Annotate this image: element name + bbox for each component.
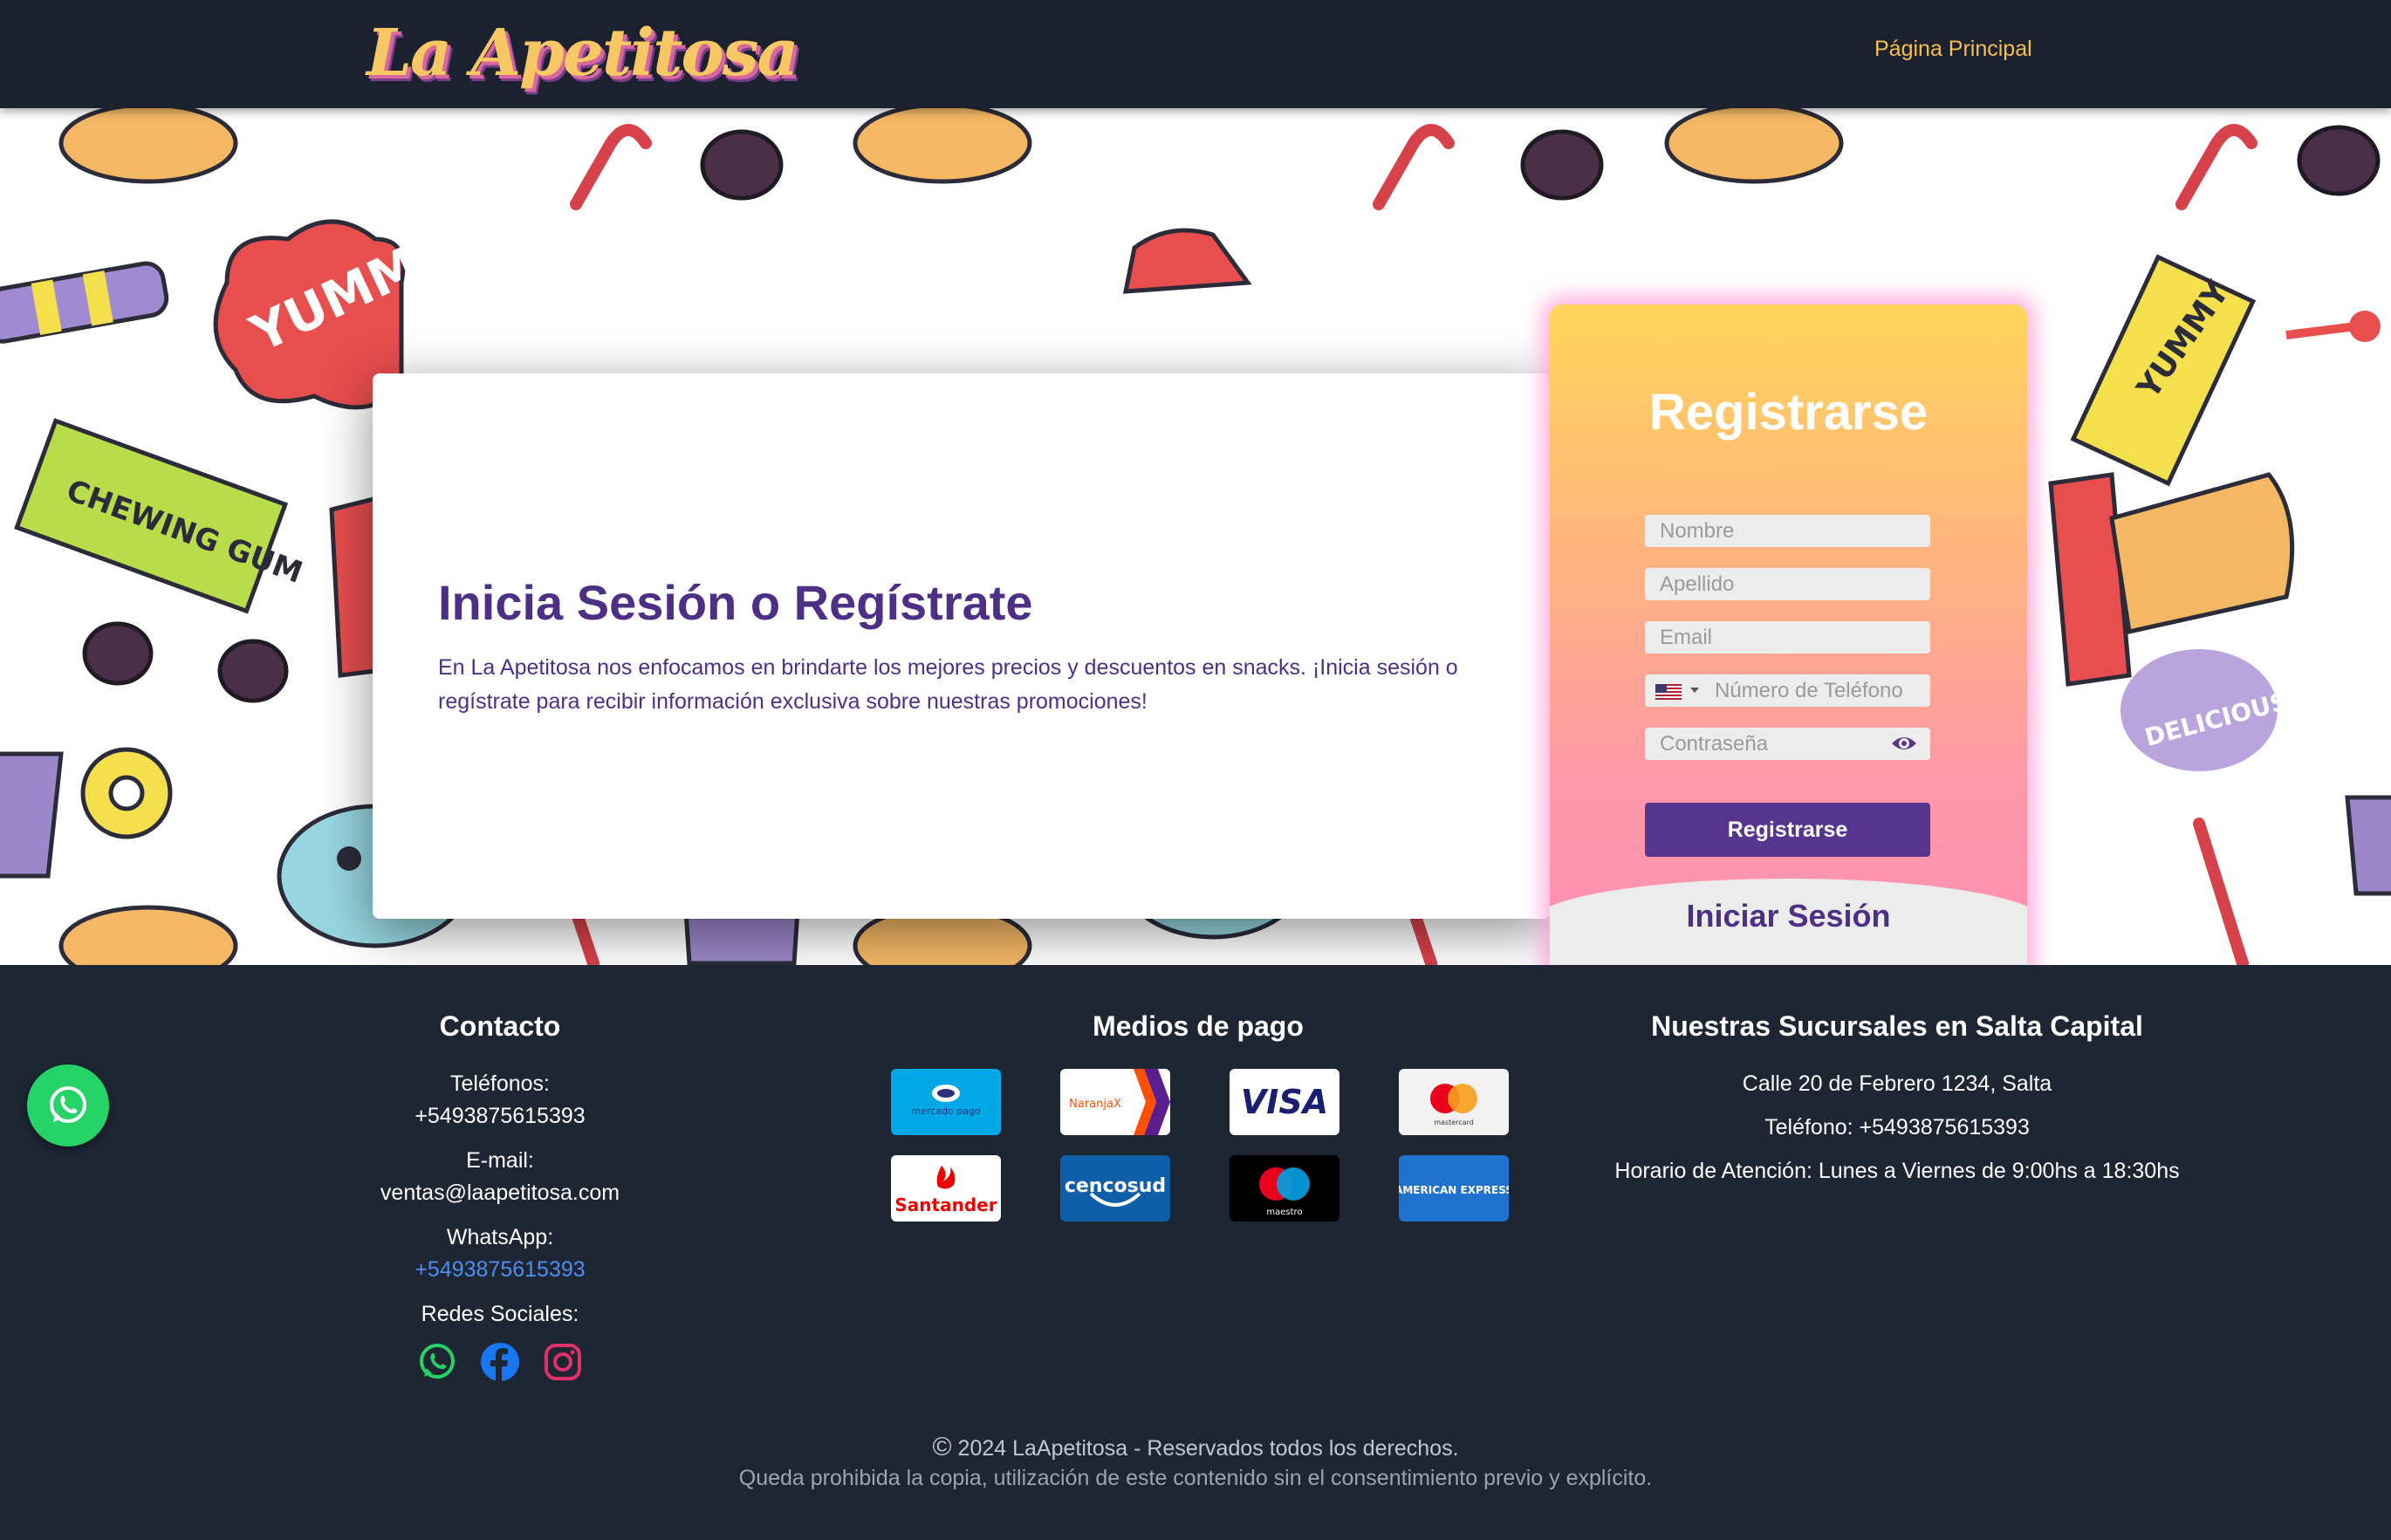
social-label: Redes Sociales: [421,1302,579,1326]
branch-phone: Teléfono: +5493875615393 [1764,1115,2030,1140]
chevron-down-icon[interactable] [1690,688,1699,693]
branch-hours: Horario de Atención: Lunes a Viernes de … [1614,1159,2180,1183]
email-value: ventas@laapetitosa.com [380,1181,620,1205]
mercado-pago-logo: mercado pago [891,1069,1001,1135]
facebook-icon[interactable] [480,1342,520,1382]
whatsapp-icon[interactable] [417,1342,457,1382]
email-input[interactable]: Email [1645,621,1930,654]
cencosud-text: cencosud [1065,1175,1166,1197]
visa-text: VISA [1241,1083,1328,1121]
register-title: Registrarse [1648,384,1929,441]
copyright-line: © 2024 LaApetitosa - Reservados todos lo… [0,1433,2391,1462]
payments-title: Medios de pago [1093,1010,1304,1042]
naranjax-logo: NaranjaX [1060,1069,1170,1135]
copyright-icon: © [932,1433,952,1461]
whatsapp-label: WhatsApp: [446,1225,554,1249]
nombre-placeholder: Nombre [1660,519,1735,543]
phone-placeholder: Número de Teléfono [1715,679,1903,702]
info-card: Inicia Sesión o Regístrate En La Apetito… [373,373,1551,919]
branch-address: Calle 20 de Febrero 1234, Salta [1742,1071,2052,1096]
naranjax-text: NaranjaX [1069,1098,1121,1111]
whatsapp-float-button[interactable] [27,1064,109,1146]
register-submit-button[interactable]: Registrarse [1645,803,1930,857]
eye-icon[interactable] [1890,733,1918,754]
branches-title: Nuestras Sucursales en Salta Capital [1651,1010,2143,1042]
instagram-icon[interactable] [543,1342,583,1382]
mastercard-logo: mastercard [1399,1069,1509,1135]
login-link[interactable]: Iniciar Sesión [1550,898,2027,934]
santander-logo: Santander [891,1155,1001,1222]
phones-label: Teléfonos: [450,1071,550,1096]
whatsapp-icon [50,1086,86,1123]
phones-value: +5493875615393 [414,1104,586,1128]
email-label: E-mail: [466,1148,534,1173]
mercado-pago-text: mercado pago [911,1105,980,1117]
nav-home-link[interactable]: Página Principal [1874,37,2032,62]
whatsapp-link[interactable]: +5493875615393 [325,1257,675,1283]
site-header: La Apetitosa Página Principal [0,0,2391,108]
password-placeholder: Contraseña [1660,732,1769,756]
contact-title: Contacto [439,1010,561,1042]
hero-section: YUMM CHEWING GUM YUMMY DELICIOUS Inicia … [0,108,2391,965]
site-footer: Contacto Teléfonos: +5493875615393 E-mai… [0,965,2391,1540]
password-input[interactable]: Contraseña [1645,728,1930,760]
american-express-logo: AMERICAN EXPRESS [1399,1155,1509,1222]
cencosud-logo: cencosud [1060,1155,1170,1222]
maestro-text: maestro [1266,1208,1302,1217]
info-title: Inicia Sesión o Regístrate [438,575,1033,630]
visa-logo: VISA [1230,1069,1339,1135]
us-flag-icon[interactable] [1655,684,1682,700]
nombre-input[interactable]: Nombre [1645,515,1930,547]
logo[interactable]: La Apetitosa [367,5,798,101]
apellido-placeholder: Apellido [1660,572,1735,596]
email-placeholder: Email [1660,626,1713,649]
amex-text: AMERICAN EXPRESS [1399,1184,1509,1196]
apellido-input[interactable]: Apellido [1645,568,1930,600]
disclaimer-text: Queda prohibida la copia, utilización de… [738,1466,1653,1490]
mastercard-text: mastercard [1434,1119,1474,1126]
santander-text: Santander [894,1194,997,1215]
copyright-text: 2024 LaApetitosa - Reservados todos los … [957,1436,1459,1461]
maestro-logo: maestro [1230,1155,1339,1222]
phone-input[interactable]: Número de Teléfono [1645,674,1930,707]
register-card: Registrarse Nombre Apellido Email Número… [1550,305,2027,965]
info-description: En La Apetitosa nos enfocamos en brindar… [438,655,1458,714]
